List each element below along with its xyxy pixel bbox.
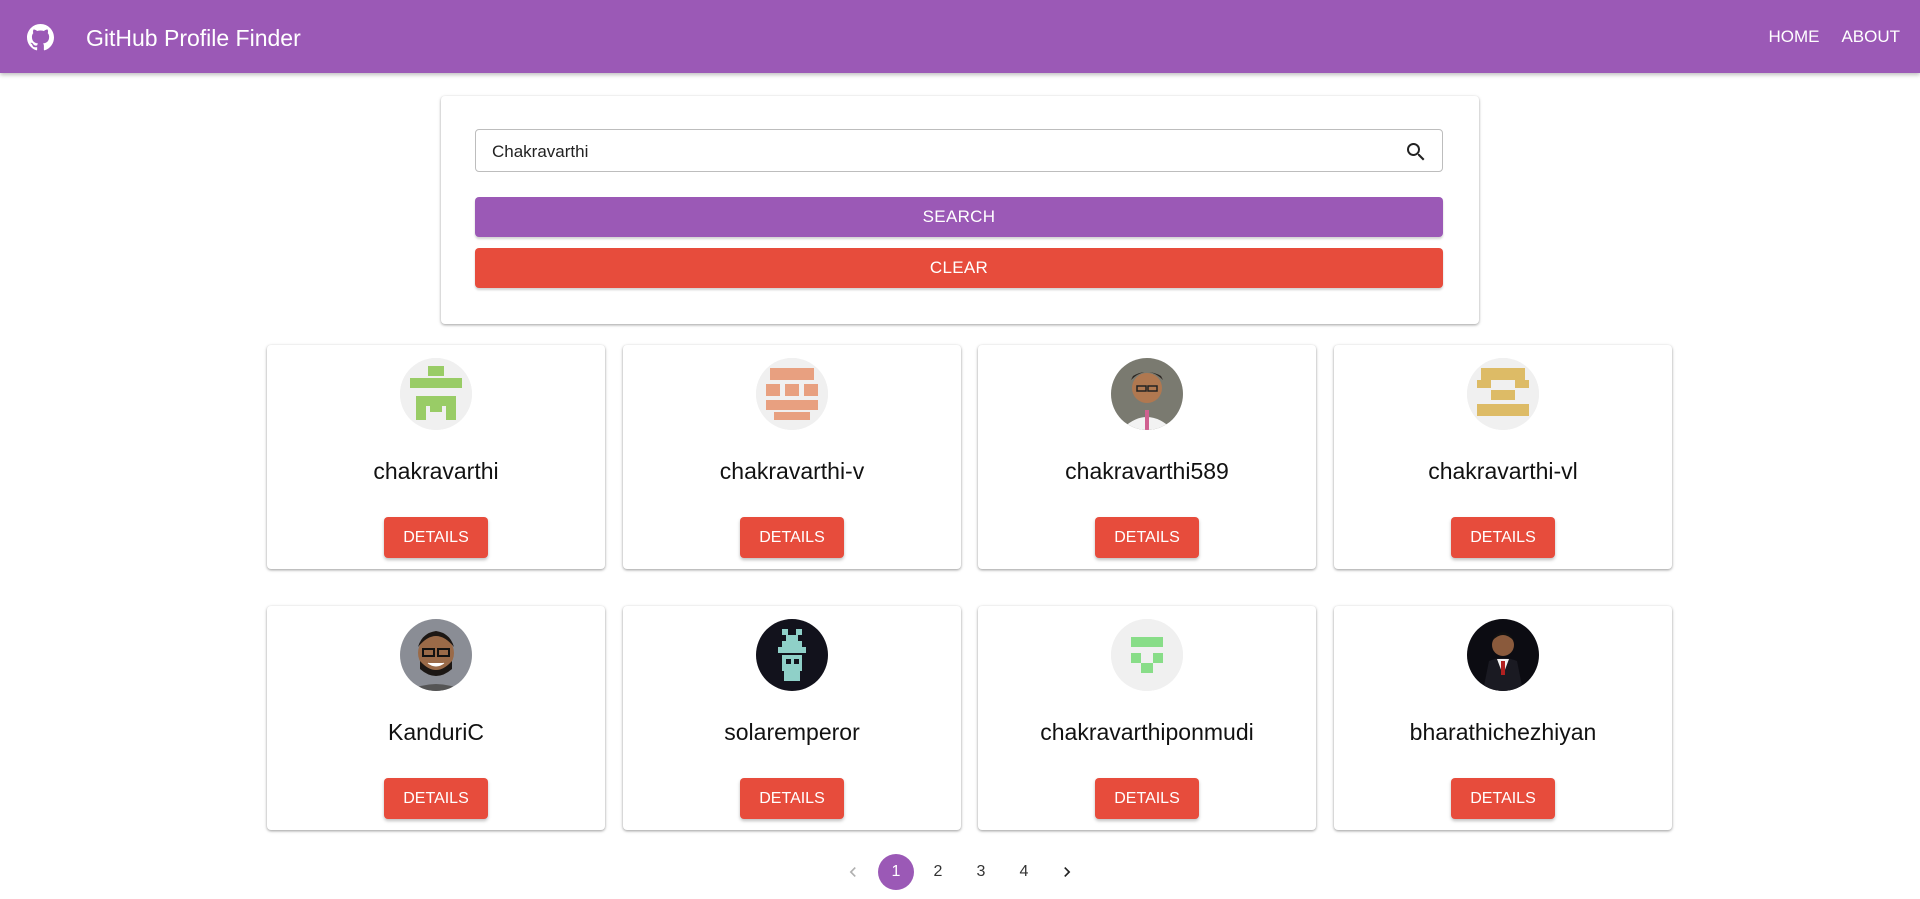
details-button[interactable]: DETAILS: [740, 517, 844, 558]
username: chakravarthi-v: [719, 458, 865, 484]
nav-about-link[interactable]: ABOUT: [1841, 27, 1900, 47]
avatar: [756, 619, 828, 691]
details-button[interactable]: DETAILS: [1095, 778, 1199, 819]
user-card: chakravarthiponmudi DETAILS: [978, 606, 1316, 830]
details-button[interactable]: DETAILS: [740, 778, 844, 819]
search-input[interactable]: [490, 130, 1374, 173]
details-button[interactable]: DETAILS: [1451, 517, 1555, 558]
avatar: [400, 619, 472, 691]
details-button[interactable]: DETAILS: [384, 517, 488, 558]
user-photo-icon: [1111, 358, 1183, 430]
pixel-robot-icon: [756, 619, 828, 691]
username: solaremperor: [724, 719, 860, 745]
username: chakravarthi589: [1065, 458, 1229, 484]
username: chakravarthi: [373, 458, 499, 484]
identicon-salmon-icon: [756, 358, 828, 430]
search-card: SEARCH CLEAR: [441, 96, 1479, 324]
page-button-2[interactable]: 2: [920, 854, 956, 890]
user-card: bharathichezhiyan DETAILS: [1334, 606, 1672, 830]
details-button[interactable]: DETAILS: [384, 778, 488, 819]
avatar: [1467, 619, 1539, 691]
user-card: chakravarthi-v DETAILS: [623, 345, 961, 569]
app-bar: GitHub Profile Finder HOME ABOUT: [0, 0, 1920, 73]
identicon-green-icon: [400, 358, 472, 430]
user-photo-icon: [1467, 619, 1539, 691]
user-card: chakravarthi-vl DETAILS: [1334, 345, 1672, 569]
top-nav: HOME ABOUT: [1768, 27, 1900, 47]
avatar: [1467, 358, 1539, 430]
nav-home-link[interactable]: HOME: [1768, 27, 1819, 47]
avatar: [1111, 619, 1183, 691]
avatar: [400, 358, 472, 430]
search-button[interactable]: SEARCH: [475, 197, 1443, 237]
details-button[interactable]: DETAILS: [1095, 517, 1199, 558]
user-photo-icon: [400, 619, 472, 691]
user-card: solaremperor DETAILS: [623, 606, 961, 830]
chevron-left-icon[interactable]: [835, 854, 871, 890]
identicon-green-icon: [1111, 619, 1183, 691]
user-card: chakravarthi DETAILS: [267, 345, 605, 569]
app-title: GitHub Profile Finder: [86, 25, 301, 51]
search-icon[interactable]: [1404, 140, 1428, 164]
avatar: [756, 358, 828, 430]
page-button-4[interactable]: 4: [1006, 854, 1042, 890]
clear-button[interactable]: CLEAR: [475, 248, 1443, 288]
page-button-1[interactable]: 1: [878, 854, 914, 890]
username: bharathichezhiyan: [1409, 719, 1597, 745]
avatar: [1111, 358, 1183, 430]
identicon-gold-icon: [1467, 358, 1539, 430]
username: chakravarthiponmudi: [1040, 719, 1254, 745]
user-card: KanduriC DETAILS: [267, 606, 605, 830]
user-card: chakravarthi589 DETAILS: [978, 345, 1316, 569]
page-button-3[interactable]: 3: [963, 854, 999, 890]
github-icon[interactable]: [27, 24, 54, 51]
username: chakravarthi-vl: [1428, 458, 1578, 484]
details-button[interactable]: DETAILS: [1451, 778, 1555, 819]
chevron-right-icon[interactable]: [1049, 854, 1085, 890]
username: KanduriC: [388, 719, 484, 745]
search-field: [475, 129, 1443, 173]
pagination: 1 2 3 4: [0, 854, 1920, 890]
